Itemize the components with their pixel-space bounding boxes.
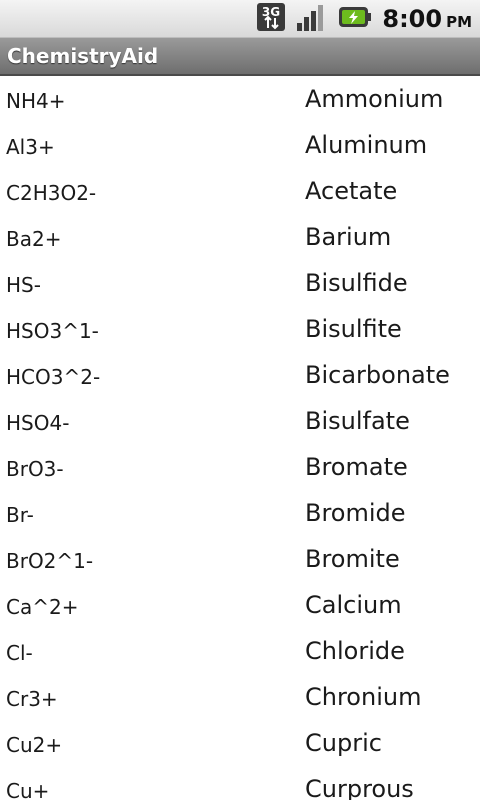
list-item[interactable]: NH4+ Ammonium [0,77,480,123]
list-item[interactable]: Br- Bromide [0,491,480,537]
ion-formula: HS- [6,273,41,297]
ion-name: Bromate [305,453,408,481]
ion-name: Bisulfide [305,269,408,297]
ion-name: Bicarbonate [305,361,450,389]
app-title-bar: ChemistryAid [0,38,480,76]
ion-formula: Ba2+ [6,227,62,251]
ion-formula: Cr3+ [6,687,58,711]
list-item[interactable]: HSO4- Bisulfate [0,399,480,445]
ion-name: Ammonium [305,85,444,113]
3g-data-icon: 3G [256,1,286,37]
signal-strength-icon [296,1,328,37]
ion-formula: HCO3^2- [6,365,101,389]
list-item[interactable]: Cr3+ Chronium [0,675,480,721]
ion-formula: Cl- [6,641,33,665]
ion-formula: BrO3- [6,457,64,481]
ion-name: Acetate [305,177,398,205]
ion-formula: C2H3O2- [6,181,97,205]
ion-formula: Br- [6,503,34,527]
ion-name: Bisulfate [305,407,410,435]
list-item[interactable]: Cl- Chloride [0,629,480,675]
ion-formula: Cu2+ [6,733,63,757]
list-item[interactable]: BrO3- Bromate [0,445,480,491]
status-bar: 3G 8:00 PM [0,0,480,38]
ion-name: Calcium [305,591,402,619]
ion-name: Barium [305,223,392,251]
ion-name: Chloride [305,637,405,665]
ion-name: Curprous [305,775,414,800]
ion-formula: Cu+ [6,779,50,800]
app-title: ChemistryAid [7,44,159,68]
ion-formula: HSO4- [6,411,70,435]
status-icons: 3G 8:00 PM [256,3,472,35]
battery-charging-icon [338,5,372,33]
ion-name: Cupric [305,729,382,757]
ion-name: Bisulfite [305,315,402,343]
ion-formula: HSO3^1- [6,319,99,343]
ion-name: Bromite [305,545,400,573]
ion-name: Chronium [305,683,422,711]
ion-name: Bromide [305,499,406,527]
list-item[interactable]: BrO2^1- Bromite [0,537,480,583]
list-item[interactable]: C2H3O2- Acetate [0,169,480,215]
list-item[interactable]: HS- Bisulfide [0,261,480,307]
list-item[interactable]: Ca^2+ Calcium [0,583,480,629]
ion-formula: NH4+ [6,89,66,113]
list-item[interactable]: Al3+ Aluminum [0,123,480,169]
ion-formula: Al3+ [6,135,55,159]
clock: 8:00 PM [382,5,472,33]
list-item[interactable]: Cu2+ Cupric [0,721,480,767]
list-item[interactable]: HSO3^1- Bisulfite [0,307,480,353]
ion-formula: BrO2^1- [6,549,94,573]
clock-ampm: PM [446,13,472,31]
list-item[interactable]: HCO3^2- Bicarbonate [0,353,480,399]
clock-time: 8:00 [382,5,443,33]
ion-list[interactable]: NH4+ Ammonium Al3+ Aluminum C2H3O2- Acet… [0,77,480,800]
list-item[interactable]: Ba2+ Barium [0,215,480,261]
network-label: 3G [262,5,280,19]
list-item[interactable]: Cu+ Curprous [0,767,480,800]
ion-formula: Ca^2+ [6,595,79,619]
ion-name: Aluminum [305,131,428,159]
